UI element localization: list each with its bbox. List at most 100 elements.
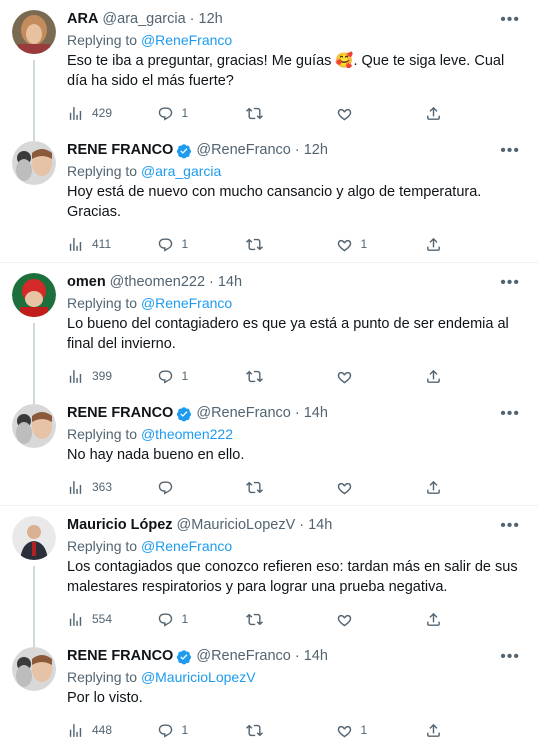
more-icon[interactable]: ••• (500, 273, 524, 292)
retweet-icon (246, 107, 263, 119)
separator-dot: · (294, 142, 300, 158)
author-handle[interactable]: @ReneFranco (196, 647, 291, 666)
share-button[interactable] (425, 105, 450, 122)
author-name[interactable]: omen (67, 273, 106, 292)
tweet[interactable]: RENE FRANCO @ReneFranco · 14h ••• Replyi… (0, 637, 538, 748)
avatar-mauricio-lopez[interactable] (12, 516, 56, 560)
author-handle[interactable]: @MauricioLopezV (177, 516, 296, 535)
replying-to-handle[interactable]: @theomen222 (141, 426, 233, 442)
author-handle[interactable]: @theomen222 (110, 273, 205, 292)
more-icon[interactable]: ••• (500, 647, 524, 666)
reply-button[interactable]: 1 (157, 105, 247, 122)
reply-count: 1 (181, 612, 189, 626)
more-icon[interactable]: ••• (500, 10, 524, 29)
reply-button[interactable]: 1 (157, 236, 247, 253)
retweet-button[interactable] (246, 611, 336, 628)
author-name[interactable]: Mauricio López (67, 516, 173, 535)
like-button[interactable] (336, 368, 426, 385)
tweet[interactable]: Mauricio López @MauricioLopezV · 14h •••… (0, 505, 538, 647)
replying-to: Replying to @MauricioLopezV (67, 668, 524, 687)
avatar-omen[interactable] (12, 273, 56, 317)
reply-count: 1 (181, 106, 189, 120)
author-handle[interactable]: @ara_garcia (102, 10, 185, 29)
like-button[interactable] (336, 611, 426, 628)
views-button[interactable]: 448 (67, 722, 157, 739)
more-icon[interactable]: ••• (500, 404, 524, 423)
like-button[interactable] (336, 105, 426, 122)
replying-to-handle[interactable]: @MauricioLopezV (141, 669, 256, 685)
share-button[interactable] (425, 722, 450, 739)
avatar-rene-franco[interactable] (12, 647, 56, 691)
views-button[interactable]: 411 (67, 236, 157, 253)
replying-prefix: Replying to (67, 32, 138, 48)
views-button[interactable]: 363 (67, 479, 157, 496)
views-icon (69, 480, 82, 494)
reply-button[interactable]: 1 (157, 722, 247, 739)
tweet[interactable]: ARA @ara_garcia · 12h ••• Replying to @R… (0, 0, 538, 141)
reply-icon (158, 480, 172, 495)
reply-button[interactable]: 1 (157, 611, 247, 628)
views-button[interactable]: 554 (67, 611, 157, 628)
timestamp[interactable]: 14h (304, 404, 328, 423)
author-name[interactable]: RENE FRANCO (67, 141, 173, 160)
timestamp[interactable]: 14h (218, 273, 242, 292)
replying-prefix: Replying to (67, 538, 138, 554)
views-icon (69, 237, 82, 251)
tweet[interactable]: omen @theomen222 · 14h ••• Replying to @… (0, 262, 538, 404)
share-button[interactable] (425, 611, 450, 628)
tweet-header: ARA @ara_garcia · 12h ••• (67, 10, 524, 29)
views-icon (69, 723, 82, 737)
like-button[interactable]: 1 (336, 236, 426, 253)
retweet-icon (246, 613, 263, 625)
author-handle[interactable]: @ReneFranco (196, 141, 291, 160)
share-button[interactable] (425, 368, 450, 385)
avatar-column (12, 647, 58, 748)
avatar-ara[interactable] (12, 10, 56, 54)
reply-button[interactable] (157, 479, 247, 496)
replying-to-handle[interactable]: @ara_garcia (141, 163, 221, 179)
timestamp[interactable]: 14h (308, 516, 332, 535)
views-count: 399 (92, 369, 113, 383)
author-name[interactable]: RENE FRANCO (67, 647, 173, 666)
verified-badge-icon (177, 143, 192, 158)
share-button[interactable] (425, 236, 450, 253)
timestamp[interactable]: 12h (199, 10, 223, 29)
tweet-content: Mauricio López @MauricioLopezV · 14h •••… (67, 516, 524, 637)
timestamp[interactable]: 12h (304, 141, 328, 160)
like-button[interactable]: 1 (336, 722, 426, 739)
replying-to-handle[interactable]: @ReneFranco (141, 538, 232, 554)
views-button[interactable]: 429 (67, 105, 157, 122)
action-bar: 554 1 (67, 601, 524, 637)
more-icon[interactable]: ••• (500, 141, 524, 160)
avatar-rene-franco[interactable] (12, 404, 56, 448)
avatar-column (12, 141, 58, 262)
replying-to: Replying to @theomen222 (67, 425, 524, 444)
retweet-button[interactable] (246, 368, 336, 385)
reply-button[interactable]: 1 (157, 368, 247, 385)
share-icon (427, 723, 440, 737)
retweet-button[interactable] (246, 236, 336, 253)
like-icon (337, 725, 351, 737)
tweet[interactable]: RENE FRANCO @ReneFranco · 12h ••• Replyi… (0, 131, 538, 262)
retweet-button[interactable] (246, 479, 336, 496)
tweet-header: omen @theomen222 · 14h ••• (67, 273, 524, 292)
reply-icon (158, 612, 172, 627)
retweet-button[interactable] (246, 722, 336, 739)
author-name[interactable]: RENE FRANCO (67, 404, 173, 423)
author-name[interactable]: ARA (67, 10, 98, 29)
share-button[interactable] (425, 479, 450, 496)
replying-to-handle[interactable]: @ReneFranco (141, 32, 232, 48)
replying-to-handle[interactable]: @ReneFranco (141, 295, 232, 311)
tweet-content: RENE FRANCO @ReneFranco · 12h ••• Replyi… (67, 141, 524, 262)
author-handle[interactable]: @ReneFranco (196, 404, 291, 423)
retweet-icon (246, 724, 263, 736)
avatar-rene-franco[interactable] (12, 141, 56, 185)
retweet-button[interactable] (246, 105, 336, 122)
replying-to: Replying to @ReneFranco (67, 31, 524, 50)
tweet[interactable]: RENE FRANCO @ReneFranco · 14h ••• Replyi… (0, 394, 538, 505)
timestamp[interactable]: 14h (304, 647, 328, 666)
like-button[interactable] (336, 479, 426, 496)
more-icon[interactable]: ••• (500, 516, 524, 535)
views-button[interactable]: 399 (67, 368, 157, 385)
verified-badge-icon (177, 649, 192, 664)
